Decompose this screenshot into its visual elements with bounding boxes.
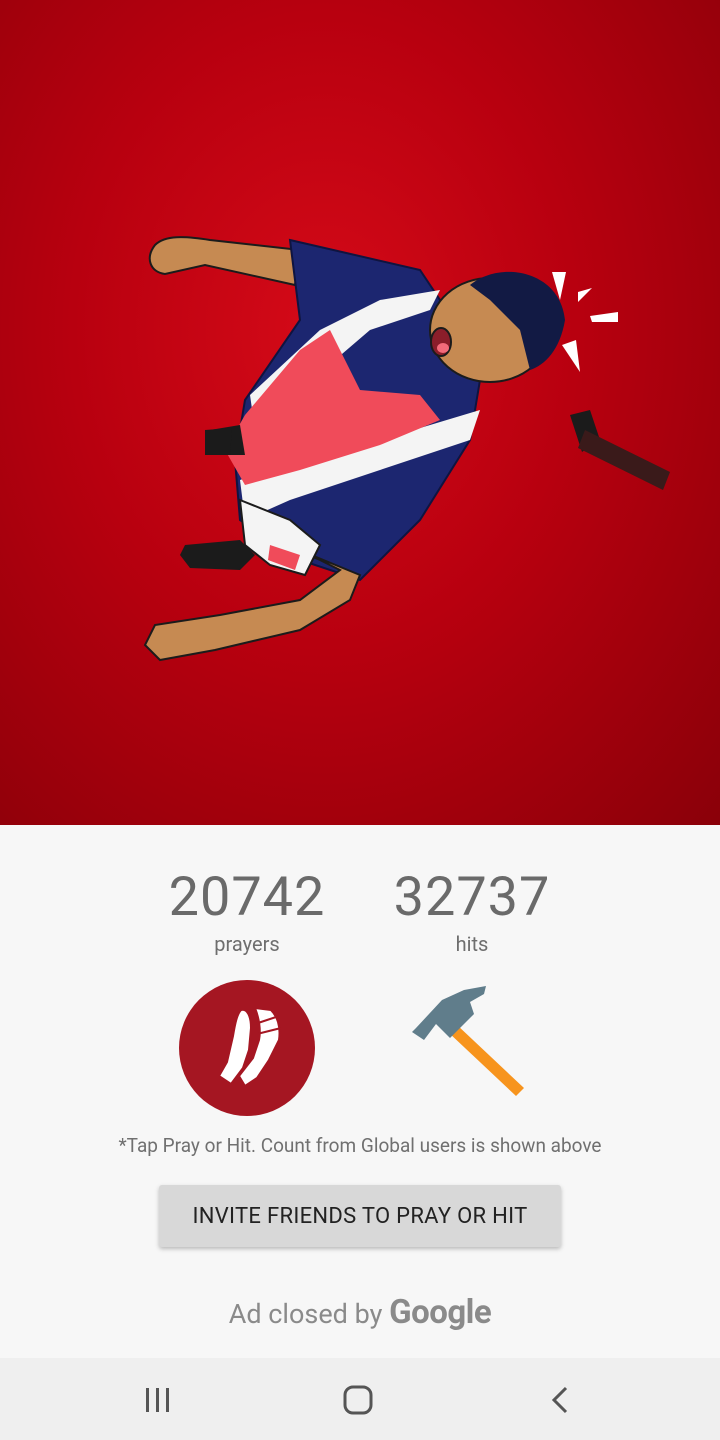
prayers-label: prayers — [214, 932, 280, 956]
prayers-counter: 20742 prayers — [132, 866, 362, 957]
recents-button[interactable] — [98, 1358, 218, 1440]
hits-counter: 32737 hits — [357, 866, 587, 957]
invite-friends-button[interactable]: INVITE FRIENDS TO PRAY OR HIT — [159, 1185, 561, 1247]
system-navigation-bar — [0, 1358, 720, 1440]
hits-count: 32737 — [393, 866, 551, 929]
hero-illustration — [0, 0, 720, 825]
hits-label: hits — [455, 932, 489, 956]
back-icon — [551, 1386, 568, 1414]
back-button[interactable] — [500, 1358, 620, 1440]
ad-closed-text: Ad closed by — [228, 1298, 383, 1330]
prayers-count: 20742 — [168, 866, 326, 929]
google-logo: Google — [389, 1293, 492, 1332]
hint-text: *Tap Pray or Hit. Count from Global user… — [118, 1134, 602, 1157]
praying-hands-icon — [217, 1006, 282, 1088]
hit-button[interactable] — [404, 980, 540, 1116]
home-icon — [343, 1385, 373, 1415]
falling-man-illustration — [143, 236, 670, 662]
hammer-icon — [412, 986, 524, 1096]
pray-button[interactable] — [179, 980, 315, 1116]
recents-icon — [146, 1388, 169, 1412]
home-button[interactable] — [299, 1358, 419, 1440]
ad-closed-notice: Ad closed by Google — [0, 1293, 720, 1332]
